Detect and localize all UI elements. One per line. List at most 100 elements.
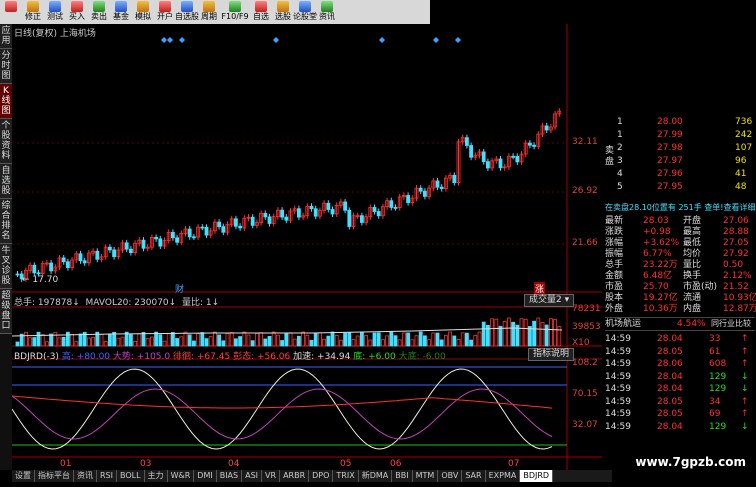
indicator-tab-14[interactable]: 新DMA [359, 470, 393, 482]
indicator-tab-2[interactable]: 资讯 [74, 470, 97, 482]
left-tab-7[interactable]: 超级盘口 [0, 289, 12, 334]
vol-label-unit: X10 [572, 338, 590, 348]
indicator-value: 高: +80.00 [61, 352, 111, 362]
candle-body [296, 208, 301, 218]
candle-body [347, 209, 352, 227]
indicator-tab-3[interactable]: RSI [97, 470, 117, 482]
candle-body [511, 155, 516, 158]
candle-body [82, 260, 87, 264]
order-level: 1 [617, 130, 623, 140]
left-tab-2[interactable]: K线图 [0, 84, 12, 119]
toolbar-button-9[interactable]: F10/F9 [220, 0, 250, 24]
indicator-tab-4[interactable]: BOLL [117, 470, 145, 482]
volume-bar [78, 333, 83, 347]
toolbar-button-12[interactable]: 论股堂 [293, 0, 317, 24]
toolbar-button-10[interactable]: 自选 [250, 0, 272, 24]
left-tab-6[interactable]: 牛叉诊股 [0, 244, 12, 289]
left-tab-1[interactable]: 分时图 [0, 49, 12, 84]
industry-row[interactable]: 机场航运 4.54% 同行业比较 [605, 317, 755, 331]
indicator-tab-5[interactable]: 主力 [145, 470, 168, 482]
orderbook-row[interactable]: 5 27.95 48 [617, 181, 756, 193]
volume-bar [15, 341, 20, 347]
candle-body [435, 180, 440, 188]
indicator-tab-11[interactable]: ARBR [280, 470, 310, 482]
left-tab-0[interactable]: 应用 [0, 24, 12, 49]
tick-time: 14:59 [605, 421, 631, 432]
indicator-tab-8[interactable]: BIAS [217, 470, 243, 482]
indicator-value: 彭态: +56.06 [233, 352, 291, 362]
candle-body [32, 264, 37, 274]
orderbook-row[interactable]: 2 27.98 107 [617, 142, 756, 154]
indicator-tab-15[interactable]: BBI [392, 470, 413, 482]
indicator-tab-20[interactable]: BDJRD [520, 470, 554, 482]
left-tab-4[interactable]: 自选股 [0, 164, 12, 199]
indicator-tab-0[interactable]: 设置 [12, 470, 35, 482]
volume-indicator-button[interactable]: 成交量2 ▾ [524, 294, 575, 307]
toolbar-button-13[interactable]: 资讯 [316, 0, 338, 24]
indicator-tab-18[interactable]: SAR [462, 470, 486, 482]
volume-bar [32, 337, 37, 347]
candle-body [313, 208, 318, 217]
price-label-mid: 26.92 [572, 186, 598, 196]
orderbook-row[interactable]: 3 27.97 96 [617, 155, 756, 167]
candle-body [515, 155, 520, 163]
month-label: 06 [390, 459, 402, 469]
quote-header[interactable]: 在卖盘28.10位置有 251手 查单!查看详细 [605, 202, 755, 214]
tick-volume: 129 [709, 384, 727, 394]
indicator-tab-7[interactable]: DMI [194, 470, 217, 482]
toolbar-button-0[interactable]: 修正 [22, 0, 44, 24]
indicator-help-button[interactable]: 指标说明 [528, 348, 575, 361]
tick-price: 28.04 [657, 384, 683, 394]
indicator-tab-1[interactable]: 指标平台 [35, 470, 74, 482]
tick-price: 28.05 [657, 396, 683, 407]
arrow-up-icon: ↑ [741, 359, 749, 369]
news-icon [321, 1, 333, 12]
candle-body [95, 250, 100, 260]
left-tab-5[interactable]: 综合排名 [0, 199, 12, 244]
volume-bar [129, 334, 133, 347]
candle-body [61, 257, 66, 263]
toolbar-button-5[interactable]: 模拟 [132, 0, 154, 24]
toolbar-button-6[interactable]: 开户 [154, 0, 176, 24]
indicator-tab-19[interactable]: EXPMA [486, 470, 521, 482]
toolbar-button-7[interactable]: 自选股 [175, 0, 199, 24]
indicator-tab-16[interactable]: MTM [413, 470, 439, 482]
volume-bar [439, 339, 444, 347]
price-label-low: 21.66 [572, 238, 598, 248]
indicator-tab-9[interactable]: ASI [242, 470, 263, 482]
toolbar-button-3[interactable]: 卖出 [88, 0, 110, 24]
indicator-tab-13[interactable]: TRIX [333, 470, 359, 482]
left-tab-3[interactable]: 个股资料 [0, 119, 12, 164]
toolbar-button-2[interactable]: 买入 [66, 0, 88, 24]
toolbar-button-4[interactable]: 基金 [110, 0, 132, 24]
indicator-tab-10[interactable]: VR [262, 470, 281, 482]
ind-label-mid: 70.15 [572, 389, 598, 399]
orderbook-row[interactable]: 1 27.99 242 [617, 129, 756, 141]
volume-bar [469, 339, 474, 347]
toolbar-button-8[interactable]: 周期 [198, 0, 220, 24]
volume-bar [233, 338, 238, 347]
indicator-tab-17[interactable]: OBV [438, 470, 463, 482]
orderbook-row[interactable]: 4 27.96 41 [617, 168, 756, 180]
volume-bar [464, 332, 469, 347]
price-label-high: 32.11 [572, 137, 598, 147]
toolbar-button-11[interactable]: 选股 [272, 0, 294, 24]
candle-body [393, 207, 398, 209]
tick-time: 14:59 [605, 409, 631, 419]
month-label: 05 [340, 459, 351, 469]
order-price: 28.00 [657, 117, 683, 127]
indicator-value: 大底: -6.00 [398, 352, 446, 362]
order-price: 27.98 [657, 143, 683, 153]
kline-chart[interactable]: 01 03 04 05 06 07 [12, 24, 602, 470]
volume-bar [313, 332, 318, 347]
back-button[interactable] [0, 0, 22, 24]
indicator-tab-12[interactable]: DPO [309, 470, 334, 482]
toolbar-button-1[interactable]: 测试 [44, 0, 66, 24]
candle-body [439, 186, 444, 190]
volume-bar [61, 337, 66, 347]
quote-label: 外盘 [605, 304, 624, 314]
candle-body [204, 226, 209, 236]
indicator-tab-6[interactable]: W&R [168, 470, 195, 482]
industry-compare-link[interactable]: 同行业比较 [711, 318, 751, 330]
orderbook-row[interactable]: 1 28.00 736 [617, 116, 756, 128]
